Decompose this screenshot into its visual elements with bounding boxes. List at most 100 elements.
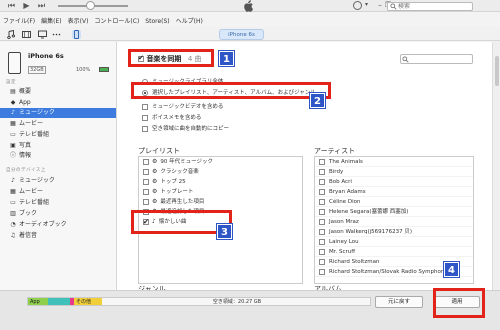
sidebar-item-music[interactable]: ♪ ミュージック: [0, 108, 116, 118]
playlist-checkbox[interactable]: [143, 158, 149, 165]
menu-store[interactable]: Store(S): [142, 17, 172, 27]
include-voice-memos-checkbox[interactable]: [142, 114, 148, 121]
volume-knob[interactable]: [86, 1, 95, 10]
playlists-header: プレイリスト: [138, 147, 180, 155]
sidebar-item-info[interactable]: ⓘ 情報: [0, 151, 116, 161]
list-item[interactable]: Jason Walkerq(j569176237 贝): [315, 227, 473, 237]
tv-icon: ▭: [10, 131, 16, 138]
list-item[interactable]: Bob Acri: [315, 177, 473, 187]
playlist-icon: ♪: [152, 218, 156, 225]
info-icon: ⓘ: [10, 152, 17, 159]
music-note-icon[interactable]: [6, 30, 15, 39]
playlist-checkbox[interactable]: [143, 208, 149, 215]
artist-checkbox[interactable]: [319, 228, 325, 235]
menu-controls[interactable]: コントロール(C): [91, 17, 142, 27]
play-icon[interactable]: ▶: [22, 1, 31, 10]
option-selected-items[interactable]: 選択したプレイリスト、アーティスト、アルバム、およびジャンル: [142, 88, 316, 96]
revert-button[interactable]: 元に戻す: [375, 296, 423, 308]
music-search-box[interactable]: [400, 54, 473, 64]
include-videos-checkbox[interactable]: [142, 103, 148, 110]
playlist-checkbox[interactable]: [143, 178, 149, 185]
scrollbar-thumb[interactable]: [495, 56, 499, 86]
sidebar-item-device-audiobooks[interactable]: ◔ オーディオブック: [0, 220, 116, 230]
artist-checkbox[interactable]: [319, 188, 325, 195]
list-item[interactable]: Lainey Lou: [315, 237, 473, 247]
list-item[interactable]: Jason Mraz: [315, 217, 473, 227]
sidebar-item-device-books[interactable]: ▥ ブック: [0, 209, 116, 219]
list-item[interactable]: ⚙ クラシック音楽: [139, 167, 302, 177]
sidebar-item-device-ringtones[interactable]: ♫ 着信音: [0, 231, 116, 241]
list-item[interactable]: ⚙ トップレート: [139, 187, 302, 197]
artist-checkbox[interactable]: [319, 238, 325, 245]
sync-music-row[interactable]: 音楽を同期 4 曲: [138, 54, 202, 64]
playlist-checkbox[interactable]: [143, 198, 149, 205]
list-item[interactable]: ⚙ 最近再生した項目: [139, 197, 302, 207]
sidebar-item-movies[interactable]: ▦ ムービー: [0, 119, 116, 129]
option-include-videos[interactable]: ミュージックビデオを含める: [142, 102, 223, 110]
sidebar-item-tv[interactable]: ▭ テレビ番組: [0, 130, 116, 140]
playlist-checkbox[interactable]: [143, 217, 149, 227]
sidebar-item-device-tv[interactable]: ▭ テレビ番組: [0, 198, 116, 208]
playlist-checkbox[interactable]: [143, 168, 149, 175]
playlist-checkbox[interactable]: [143, 188, 149, 195]
more-icon[interactable]: [52, 30, 61, 39]
search-icon: [402, 56, 409, 63]
autofill-checkbox[interactable]: [142, 125, 148, 132]
movie-icon[interactable]: [22, 30, 31, 39]
step-badge-3: 3: [217, 224, 232, 239]
tv-icon[interactable]: [38, 30, 47, 39]
sidebar-item-summary[interactable]: ▤ 概要: [0, 87, 116, 97]
sidebar-item-device-music[interactable]: ♪ ミュージック: [0, 176, 116, 186]
capacity-badge: 32GB: [28, 66, 46, 74]
list-item[interactable]: Céline Dion: [315, 197, 473, 207]
menu-help[interactable]: ヘルプ(H): [173, 17, 206, 27]
list-item[interactable]: ⚙ 最近追加した項目: [139, 207, 302, 217]
artist-checkbox[interactable]: [319, 258, 325, 265]
artist-checkbox[interactable]: [319, 218, 325, 225]
sidebar-item-label: テレビ番組: [19, 131, 50, 138]
artist-label: Bob Acri: [329, 179, 352, 185]
artist-checkbox[interactable]: [319, 268, 325, 275]
account-icon[interactable]: [353, 1, 362, 10]
option-include-voice-memos[interactable]: ボイスメモを含める: [142, 113, 201, 121]
menu-edit[interactable]: 編集(E): [38, 17, 64, 27]
list-item[interactable]: Bryan Adams: [315, 187, 473, 197]
vertical-scrollbar[interactable]: [492, 42, 500, 290]
entire-library-radio[interactable]: [142, 78, 148, 85]
step-badge-4: 4: [444, 262, 459, 277]
sidebar-item-label: ムービー: [19, 188, 44, 195]
list-item[interactable]: ⚙ トップ 25: [139, 177, 302, 187]
previous-icon[interactable]: ⏮: [7, 1, 16, 10]
sidebar-item-label: テレビ番組: [19, 199, 50, 206]
option-autofill[interactable]: 空き領域に曲を自動的にコピー: [142, 124, 229, 132]
sync-music-checkbox[interactable]: [138, 54, 144, 62]
apply-button[interactable]: 適用: [434, 296, 480, 308]
sidebar: iPhone 6s 32GB 100% 設定 ▤ 概要 ◆ App ♪ ミュージック …: [0, 42, 117, 290]
artist-checkbox[interactable]: [319, 168, 325, 175]
artist-checkbox[interactable]: [319, 158, 325, 165]
device-tab[interactable]: iPhone 6s: [219, 29, 264, 40]
sidebar-item-photos[interactable]: ▣ 写真: [0, 141, 116, 151]
menu-file[interactable]: ファイル(F): [0, 17, 38, 27]
list-item[interactable]: The Animals: [315, 157, 473, 167]
device-icon[interactable]: [72, 30, 81, 39]
sidebar-item-device-movies[interactable]: ▦ ムービー: [0, 187, 116, 197]
battery-icon: [99, 67, 109, 72]
list-item[interactable]: Mr. Scruff: [315, 247, 473, 257]
sidebar-item-app[interactable]: ◆ App: [0, 98, 116, 108]
option-entire-library[interactable]: ミュージックライブラリ全体: [142, 77, 223, 85]
artist-checkbox[interactable]: [319, 198, 325, 205]
storage-segment-other: その他: [74, 298, 102, 305]
artist-checkbox[interactable]: [319, 248, 325, 255]
chevron-down-icon[interactable]: ▾: [365, 1, 368, 8]
list-item[interactable]: Helene Segara(塞蕾娜 西塞加): [315, 207, 473, 217]
menu-view[interactable]: 表示(V): [65, 17, 92, 27]
artist-checkbox[interactable]: [319, 178, 325, 185]
minimize-icon[interactable]: –: [376, 0, 384, 10]
next-icon[interactable]: ⏭: [37, 1, 46, 10]
list-item[interactable]: Birdy: [315, 167, 473, 177]
artist-checkbox[interactable]: [319, 208, 325, 215]
list-item[interactable]: ⚙ 90 年代ミュージック: [139, 157, 302, 167]
search-input[interactable]: [398, 3, 472, 10]
selected-items-radio[interactable]: [142, 89, 148, 96]
